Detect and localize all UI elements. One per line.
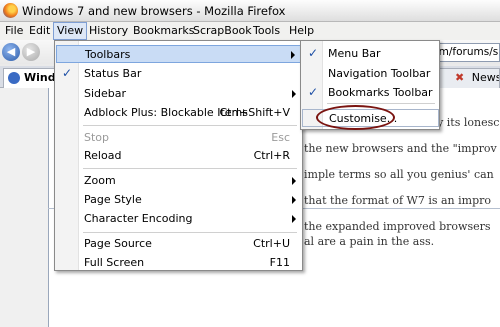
tab-favicon-icon — [8, 72, 20, 84]
submenu-arrow-icon — [291, 51, 295, 59]
menu-item-label: Page Style — [84, 193, 142, 206]
post-text-line: imple terms so all you genius' can — [304, 168, 494, 181]
menu-item-label: Status Bar — [84, 67, 142, 80]
menu-item-reload[interactable]: Reload Ctrl+R — [56, 147, 302, 165]
menu-item-sidebar[interactable]: Sidebar — [56, 85, 302, 103]
menu-separator — [83, 125, 297, 126]
menu-item-label: Character Encoding — [84, 212, 193, 225]
menu-item-label: Page Source — [84, 237, 152, 250]
submenu-item-bookmarks-toolbar[interactable]: ✓ Bookmarks Toolbar — [302, 84, 439, 102]
submenu-arrow-icon — [292, 196, 296, 204]
menu-separator — [83, 232, 297, 233]
menu-edit[interactable]: Edit — [26, 22, 53, 40]
menu-item-label: Stop — [84, 131, 110, 144]
back-arrow-icon: ◀ — [6, 45, 16, 58]
menu-item-label: Toolbars — [85, 48, 131, 61]
annotation-circle — [316, 105, 395, 130]
checkmark-icon: ✓ — [308, 46, 319, 60]
tab-title: News - I — [471, 71, 500, 84]
post-text-line: al are a pain in the ass. — [304, 235, 435, 248]
menu-item-toolbars[interactable]: Toolbars — [56, 45, 302, 63]
title-bar: Windows 7 and new browsers - Mozilla Fir… — [0, 0, 500, 22]
submenu-arrow-icon — [292, 177, 296, 185]
menu-help[interactable]: Help — [286, 22, 317, 40]
menu-item-label: Zoom — [84, 174, 116, 187]
checkmark-icon: ✓ — [308, 85, 319, 99]
menu-separator — [327, 103, 435, 104]
menu-item-label: Sidebar — [84, 87, 127, 100]
menu-bookmarks[interactable]: Bookmarks — [130, 22, 197, 40]
submenu-item-menu-bar[interactable]: ✓ Menu Bar — [302, 45, 439, 63]
menu-item-adblock[interactable]: Adblock Plus: Blockable Items Ctrl+Shift… — [56, 104, 302, 122]
menu-separator — [83, 168, 297, 169]
menu-item-label: Reload — [84, 149, 122, 162]
menu-item-shortcut: Ctrl+R — [253, 149, 290, 162]
menu-item-shortcut: F11 — [269, 256, 290, 269]
menu-view[interactable]: View — [53, 22, 88, 40]
checkmark-icon: ✓ — [62, 66, 73, 80]
submenu-item-label: Menu Bar — [328, 47, 381, 60]
post-text-line: that the format of W7 is an impro — [304, 194, 492, 207]
submenu-item-label: Navigation Toolbar — [328, 67, 431, 80]
menu-item-page-style[interactable]: Page Style — [56, 191, 302, 209]
menu-scrapbook[interactable]: ScrapBook — [190, 22, 255, 40]
close-tab-icon[interactable]: ✖ — [455, 71, 464, 84]
back-button[interactable]: ◀ — [2, 43, 20, 61]
submenu-arrow-icon — [292, 215, 296, 223]
menu-item-zoom[interactable]: Zoom — [56, 172, 302, 190]
menu-history[interactable]: History — [86, 22, 131, 40]
menu-item-status-bar[interactable]: ✓ Status Bar — [56, 65, 302, 83]
forward-arrow-icon: ▶ — [26, 45, 36, 58]
menu-item-stop: Stop Esc — [56, 129, 302, 147]
menu-tools[interactable]: Tools — [250, 22, 283, 40]
forward-button[interactable]: ▶ — [22, 43, 40, 61]
view-menu-dropdown: Toolbars ✓ Status Bar Sidebar Adblock Pl… — [54, 40, 303, 271]
submenu-arrow-icon — [292, 90, 296, 98]
firefox-logo-icon — [3, 3, 18, 18]
submenu-item-label: Bookmarks Toolbar — [328, 86, 433, 99]
menu-bar: File Edit View History Bookmarks ScrapBo… — [0, 22, 500, 40]
tab-news[interactable]: ✖ News - I — [434, 68, 500, 88]
menu-item-character-encoding[interactable]: Character Encoding — [56, 210, 302, 228]
menu-item-full-screen[interactable]: Full Screen F11 — [56, 254, 302, 272]
menu-file[interactable]: File — [2, 22, 26, 40]
menu-item-shortcut: Ctrl+Shift+V — [219, 106, 290, 119]
window-title: Windows 7 and new browsers - Mozilla Fir… — [22, 4, 286, 18]
post-text-line: the new browsers and the "improv — [304, 142, 497, 155]
menu-item-shortcut: Ctrl+U — [253, 237, 290, 250]
post-text-line: the expanded improved browsers — [304, 220, 491, 233]
menu-item-page-source[interactable]: Page Source Ctrl+U — [56, 235, 302, 253]
menu-item-shortcut: Esc — [271, 131, 290, 144]
submenu-item-navigation-toolbar[interactable]: Navigation Toolbar — [302, 65, 439, 83]
menu-item-label: Full Screen — [84, 256, 145, 269]
